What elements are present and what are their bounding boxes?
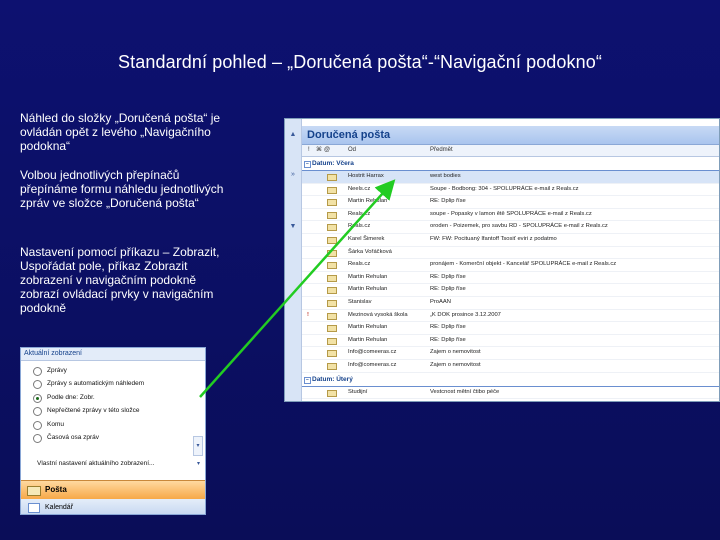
arrow-line bbox=[199, 179, 396, 398]
green-arrow bbox=[199, 179, 396, 398]
